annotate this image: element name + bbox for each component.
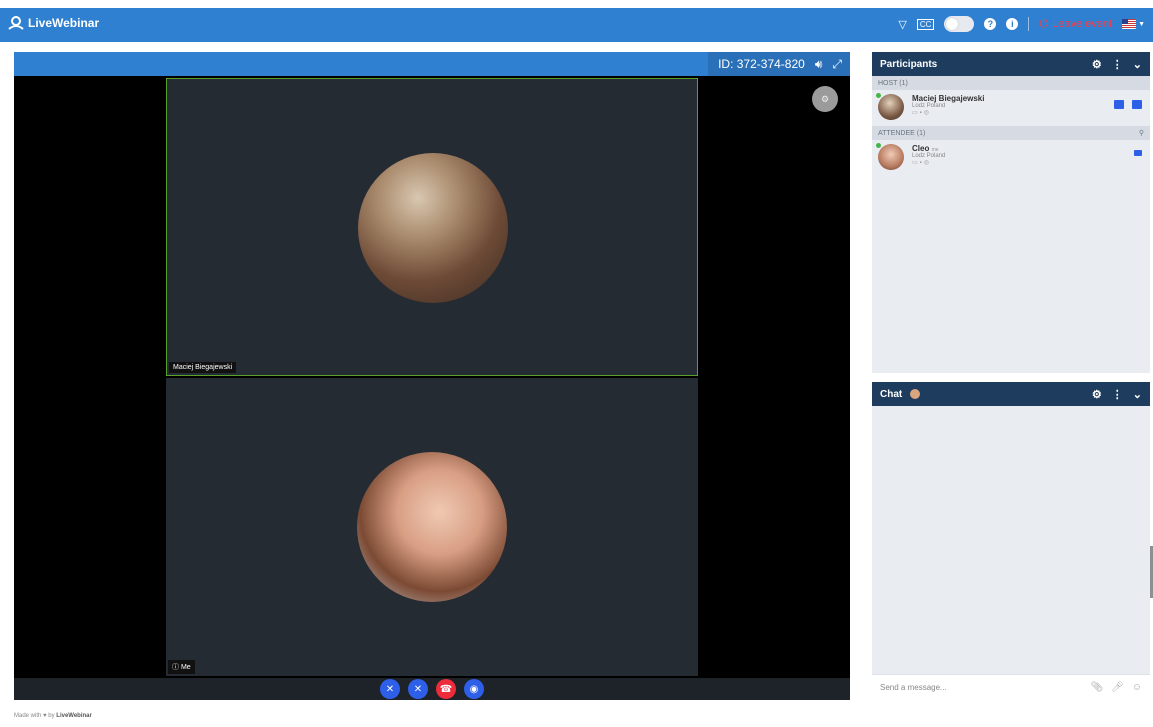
chevron-down-icon: ▼	[1138, 20, 1145, 28]
participant-name-row: Cleo me	[912, 144, 945, 153]
gear-icon[interactable]: ⚙	[1092, 58, 1102, 71]
speaker-icon[interactable]: 🔊︎	[815, 57, 823, 72]
settings-icon[interactable]: ⚙	[812, 86, 838, 112]
host-section: HOST (1)	[872, 76, 1150, 90]
footer: Made with ♥ by LiveWebinar	[14, 713, 92, 719]
host-section-label: HOST (1)	[878, 79, 908, 87]
tile-name-tag: Maciej Biegajewski	[169, 362, 237, 373]
cc-icon[interactable]: CC	[916, 18, 935, 30]
attendee-section-label: ATTENDEE (1)	[878, 129, 926, 137]
host-avatar	[358, 153, 508, 303]
emoji-icon[interactable]: ☺	[1132, 682, 1142, 693]
avatar	[876, 93, 904, 120]
brand-logo[interactable]: LiveWebinar	[8, 16, 99, 30]
toggle-switch[interactable]	[944, 16, 975, 32]
card-icon[interactable]	[1132, 100, 1142, 109]
us-flag-icon	[1122, 19, 1137, 29]
stage-header: ID: 372-374-820 🔊︎ ⤢	[14, 52, 850, 76]
divider	[1028, 17, 1030, 31]
footer-brand: LiveWebinar	[56, 713, 92, 719]
logo-icon	[8, 16, 24, 30]
help-icon[interactable]: ?	[984, 18, 997, 30]
microphone-icon[interactable]: 🎤︎	[1111, 682, 1124, 693]
hang-up-button[interactable]: ☎	[436, 679, 456, 699]
meeting-id: ID: 372-374-820	[718, 57, 805, 71]
chat-composer: Send a message... 📎︎ 🎤︎ ☺	[872, 674, 1150, 700]
tile-name-tag: ⓘ Me	[168, 660, 195, 674]
heart-icon: ♥	[43, 713, 47, 719]
language-selector[interactable]: ▼	[1122, 19, 1145, 29]
attendee-section: ATTENDEE (1) ⚲	[872, 126, 1150, 140]
fullscreen-icon[interactable]: ⤢	[832, 57, 842, 72]
video-camera-icon[interactable]	[1134, 150, 1142, 156]
power-icon: ⏻	[1039, 17, 1049, 30]
participant-attendee[interactable]: Cleo me Lodz Poland ▭▪◎	[872, 140, 1150, 176]
search-icon[interactable]: ⚲	[1139, 129, 1144, 137]
info-icon: ⓘ	[172, 664, 179, 671]
leave-event-button[interactable]: ⏻ Leave event	[1039, 18, 1112, 31]
brand-name: LiveWebinar	[28, 16, 100, 30]
tile-name-label: Me	[180, 664, 191, 671]
participant-host[interactable]: Maciej Biegajewski Lodz Poland ▭▪◎	[872, 90, 1150, 126]
user-avatar-icon	[910, 389, 921, 399]
gear-icon[interactable]: ⚙	[1092, 388, 1102, 401]
leave-event-label: Leave event	[1052, 18, 1113, 30]
camera-off-button[interactable]: ✕	[380, 679, 400, 699]
presentation-icon[interactable]	[1114, 100, 1124, 109]
device-icons: ▭▪◎	[912, 160, 932, 166]
info-icon[interactable]: i	[1006, 18, 1019, 30]
participants-header: Participants ⚙ ⋮ ⌄	[872, 52, 1150, 76]
chat-message-input[interactable]: Send a message...	[880, 683, 947, 692]
video-tile-me[interactable]: ⓘ Me	[166, 378, 698, 676]
me-avatar	[357, 452, 507, 602]
chat-panel: Chat ⚙ ⋮ ⌄ Send a message... 📎︎ 🎤︎ ☺	[872, 382, 1150, 700]
participants-panel: Participants ⚙ ⋮ ⌄ HOST (1) Maciej Biega…	[872, 52, 1150, 373]
top-bar: LiveWebinar ▽ CC ? i ⏻ Leave event ▼	[0, 8, 1153, 42]
avatar	[876, 143, 904, 170]
more-icon[interactable]: ⋮	[1112, 388, 1123, 401]
device-icons: ▭▪◎	[912, 110, 932, 116]
stage-id-bar: ID: 372-374-820 🔊︎ ⤢	[708, 52, 850, 76]
footer-made-with: Made with	[14, 713, 42, 719]
wifi-icon[interactable]: ▽	[898, 18, 906, 31]
chevron-down-icon[interactable]: ⌄	[1133, 388, 1142, 401]
chat-header: Chat ⚙ ⋮ ⌄	[872, 382, 1150, 406]
footer-by: by	[48, 713, 55, 719]
screen-share-button[interactable]: ◉	[464, 679, 484, 699]
video-tile-host[interactable]: Maciej Biegajewski	[166, 78, 698, 376]
mic-off-button[interactable]: ✕	[408, 679, 428, 699]
chevron-down-icon[interactable]: ⌄	[1133, 58, 1142, 71]
video-stage: ID: 372-374-820 🔊︎ ⤢ Maciej Biegajewski …	[14, 52, 850, 700]
attachment-icon[interactable]: 📎︎	[1090, 682, 1103, 693]
participant-name: Cleo	[912, 144, 930, 153]
call-controls: ✕ ✕ ☎ ◉	[14, 678, 850, 700]
participant-name: Maciej Biegajewski	[912, 94, 985, 103]
participants-title: Participants	[880, 58, 938, 70]
more-icon[interactable]: ⋮	[1112, 58, 1123, 71]
chat-title: Chat	[880, 388, 903, 400]
